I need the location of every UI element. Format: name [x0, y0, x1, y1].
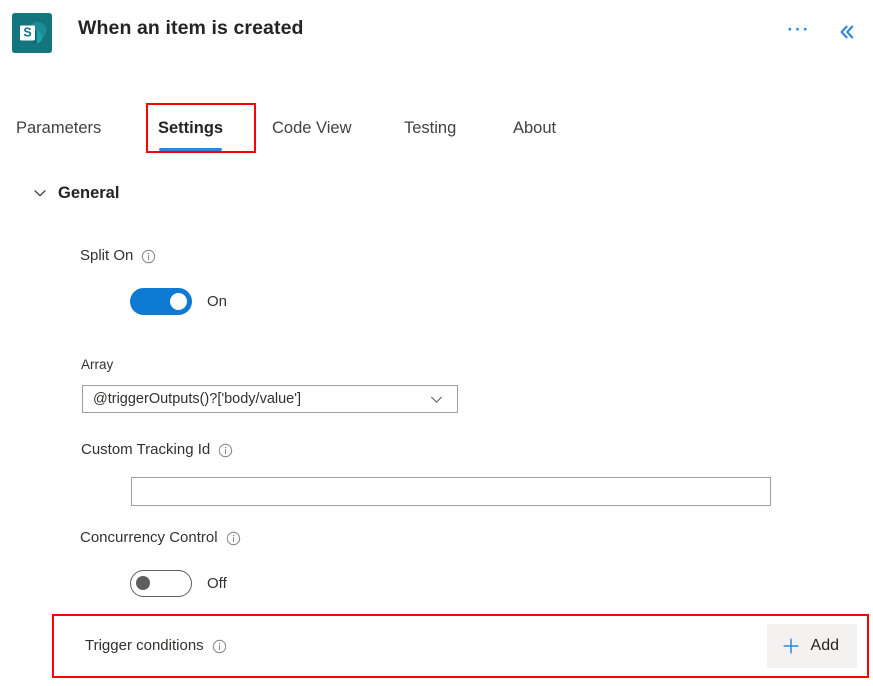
label-split-on: Split On: [80, 246, 156, 266]
label-array-text: Array: [81, 357, 114, 372]
plus-icon: [781, 636, 801, 656]
info-icon[interactable]: [212, 639, 227, 654]
more-options-icon[interactable]: ···: [781, 14, 817, 50]
array-dropdown-value: @triggerOutputs()?['body/value']: [93, 391, 302, 407]
label-custom-tracking-id: Custom Tracking Id: [81, 440, 233, 460]
custom-tracking-id-input[interactable]: [131, 477, 771, 506]
info-icon[interactable]: [218, 443, 233, 458]
label-split-on-text: Split On: [80, 247, 134, 264]
sharepoint-icon: S: [12, 13, 52, 53]
info-icon[interactable]: [226, 531, 241, 546]
tab-code-view-label: Code View: [272, 119, 352, 137]
toggle-split-on[interactable]: [130, 288, 192, 315]
toggle-row-split-on: On: [130, 288, 227, 315]
toggle-split-on-state: On: [207, 293, 228, 310]
label-trigger-conditions: Trigger conditions: [85, 636, 227, 656]
panel-header: S When an item is created ···: [0, 0, 873, 66]
tab-code-view[interactable]: Code View: [272, 113, 352, 138]
label-custom-tracking-id-text: Custom Tracking Id: [81, 441, 211, 458]
tab-testing-label: Testing: [404, 119, 457, 137]
tab-testing[interactable]: Testing: [404, 113, 456, 138]
double-chevron-left-icon[interactable]: [829, 14, 865, 50]
label-concurrency-control: Concurrency Control: [80, 528, 241, 548]
label-concurrency-control-text: Concurrency Control: [80, 529, 218, 546]
chevron-down-icon: [32, 185, 48, 201]
tab-about[interactable]: About: [513, 113, 556, 138]
tab-settings[interactable]: Settings: [158, 113, 224, 151]
tab-parameters-label: Parameters: [16, 119, 102, 137]
tab-settings-label: Settings: [158, 119, 224, 137]
tab-active-underline: [159, 148, 223, 151]
add-trigger-condition-button[interactable]: Add: [766, 624, 857, 668]
toggle-concurrency-control[interactable]: [130, 570, 192, 597]
label-trigger-conditions-text: Trigger conditions: [85, 637, 204, 654]
page-title: When an item is created: [78, 17, 304, 39]
toggle-knob: [136, 575, 150, 590]
toggle-concurrency-control-state: Off: [207, 575, 227, 592]
toggle-row-concurrency-control: Off: [130, 570, 227, 597]
label-array: Array: [81, 355, 113, 375]
tab-about-label: About: [513, 119, 557, 137]
array-dropdown[interactable]: @triggerOutputs()?['body/value']: [82, 385, 458, 413]
chevron-down-icon: [429, 392, 444, 407]
section-title-general: General: [58, 184, 120, 202]
info-icon[interactable]: [141, 249, 156, 264]
section-header-general[interactable]: General: [32, 183, 119, 203]
toggle-knob: [170, 293, 187, 310]
svg-text:S: S: [23, 26, 31, 40]
header-actions: ···: [781, 14, 873, 50]
add-button-label: Add: [810, 637, 839, 654]
trigger-conditions-row: Trigger conditions Add: [52, 614, 869, 678]
tab-parameters[interactable]: Parameters: [16, 113, 101, 138]
tab-bar: Parameters Settings Code View Testing Ab…: [0, 104, 873, 151]
